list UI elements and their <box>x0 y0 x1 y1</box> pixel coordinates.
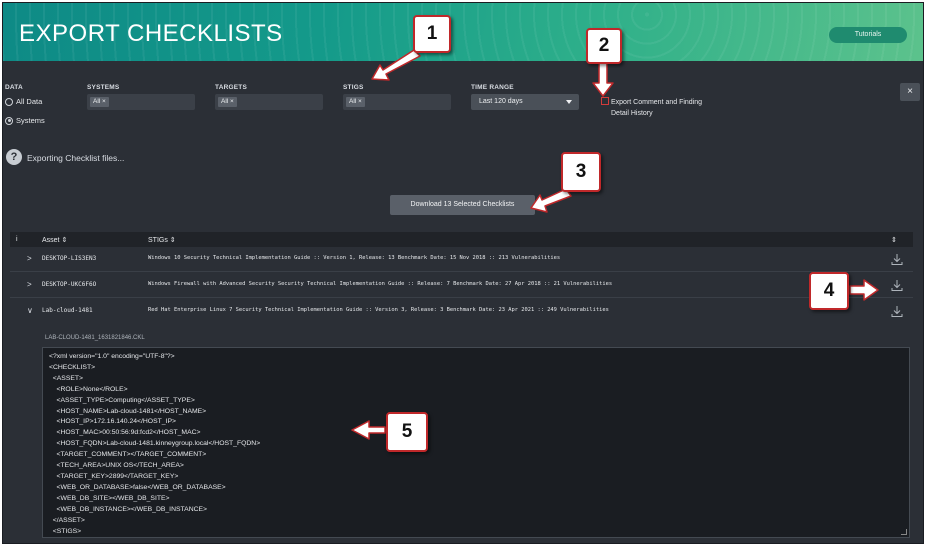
time-range-value: Last 120 days <box>479 98 523 105</box>
radio-dot[interactable] <box>5 97 13 106</box>
xml-line: <TARGET_COMMENT></TARGET_COMMENT> <box>49 451 207 459</box>
xml-line: <CHECKLIST> <box>49 363 96 371</box>
time-range-label: TIME RANGE <box>471 84 514 91</box>
stigs-chip-all[interactable]: All × <box>346 97 365 107</box>
radio-dot-selected[interactable] <box>5 116 13 125</box>
systems-label: SYSTEMS <box>87 84 120 91</box>
question-circle-icon: ? <box>6 149 22 165</box>
expand-chevron-icon[interactable]: > <box>27 254 32 263</box>
xml-preview[interactable]: <?xml version="1.0" encoding="UTF-8"?> <C… <box>42 347 910 538</box>
time-range-select[interactable]: Last 120 days <box>471 94 579 110</box>
callout-5: 5 <box>386 412 428 452</box>
callout-2: 2 <box>586 28 622 64</box>
exporting-status: Exporting Checklist files... <box>27 153 125 163</box>
xml-line: <HOST_FQDN>Lab-cloud-1481.kinneygroup.lo… <box>49 440 261 448</box>
data-label: DATA <box>5 84 23 91</box>
checklist-filename: LAB-CLOUD-1481_1631821846.CKL <box>45 335 145 341</box>
xml-line: <HOST_IP>172.16.140.24</HOST_IP> <box>49 418 176 426</box>
xml-line: <WEB_DB_INSTANCE></WEB_DB_INSTANCE> <box>49 505 208 513</box>
collapse-chevron-icon[interactable]: ∨ <box>27 306 33 315</box>
table-header: i Asset ⇕ STIGs ⇕ ⇕ <box>10 232 913 247</box>
expand-chevron-icon[interactable]: > <box>27 280 32 289</box>
asset-cell: Lab-cloud-1481 <box>42 307 93 314</box>
stigs-label: STIGS <box>343 84 364 91</box>
sort-column-header[interactable]: ⇕ <box>891 236 897 244</box>
radio-all-data[interactable]: All Data <box>5 97 42 106</box>
xml-line: <HOST_MAC>00:50:56:9d:fcd2</HOST_MAC> <box>49 429 201 437</box>
callout-1: 1 <box>413 15 451 53</box>
xml-line: </ASSET> <box>49 516 85 524</box>
asset-cell: DESKTOP-LIS3EN3 <box>42 255 97 262</box>
systems-multiselect[interactable]: All × <box>87 94 195 110</box>
callout-4: 4 <box>809 272 849 310</box>
xml-line: <TARGET_KEY>2899</TARGET_KEY> <box>49 472 179 480</box>
chevron-down-icon <box>566 100 572 104</box>
asset-column-header[interactable]: Asset ⇕ <box>42 236 67 244</box>
xml-line: <WEB_DB_SITE></WEB_DB_SITE> <box>49 494 170 502</box>
xml-line: <WEB_OR_DATABASE>false</WEB_OR_DATABASE> <box>49 483 226 491</box>
stig-cell: Windows 10 Security Technical Implementa… <box>148 255 561 261</box>
radio-label: All Data <box>16 97 43 106</box>
radio-label: Systems <box>16 116 45 125</box>
export-comment-checkbox[interactable] <box>601 97 609 105</box>
download-icon[interactable] <box>890 278 904 292</box>
close-button[interactable]: × <box>900 83 920 101</box>
resize-handle[interactable] <box>901 529 907 535</box>
xml-line: <TECH_AREA>UNIX OS</TECH_AREA> <box>49 462 184 470</box>
table-row[interactable]: > DESKTOP-UKC6F6O Windows Firewall with … <box>10 273 913 298</box>
targets-multiselect[interactable]: All × <box>215 94 323 110</box>
export-comment-label: Export Comment and Finding Detail Histor… <box>611 99 703 117</box>
targets-chip-all[interactable]: All × <box>218 97 237 107</box>
stig-cell: Windows Firewall with Advanced Security … <box>148 281 613 287</box>
xml-line: <ROLE>None</ROLE> <box>49 385 128 393</box>
download-icon[interactable] <box>890 252 904 266</box>
download-icon[interactable] <box>890 304 904 318</box>
systems-chip-all[interactable]: All × <box>90 97 109 107</box>
targets-label: TARGETS <box>215 84 247 91</box>
stigs-multiselect[interactable]: All × <box>343 94 451 110</box>
xml-line: <HOST_NAME>Lab-cloud-1481</HOST_NAME> <box>49 407 207 415</box>
radio-systems[interactable]: Systems <box>5 116 45 125</box>
table-row[interactable]: > DESKTOP-LIS3EN3 Windows 10 Security Te… <box>10 247 913 272</box>
page-header: EXPORT CHECKLISTS Tutorials <box>3 3 923 61</box>
stig-cell: Red Hat Enterprise Linux 7 Security Tech… <box>148 307 609 313</box>
stigs-column-header[interactable]: STIGs ⇕ <box>148 236 176 244</box>
download-selected-button[interactable]: Download 13 Selected Checklists <box>390 195 535 215</box>
page-title: EXPORT CHECKLISTS <box>19 20 283 47</box>
xml-line: <?xml version="1.0" encoding="UTF-8"?> <box>49 353 175 360</box>
tutorials-button[interactable]: Tutorials <box>829 27 907 43</box>
asset-cell: DESKTOP-UKC6F6O <box>42 281 97 288</box>
xml-line: <ASSET_TYPE>Computing</ASSET_TYPE> <box>49 396 195 404</box>
info-column-header: i <box>16 236 18 243</box>
table-row-expanded[interactable]: ∨ Lab-cloud-1481 Red Hat Enterprise Linu… <box>10 299 913 324</box>
callout-3: 3 <box>561 152 601 192</box>
xml-line: <ASSET> <box>49 374 84 382</box>
xml-line: <STIGS> <box>49 527 82 535</box>
